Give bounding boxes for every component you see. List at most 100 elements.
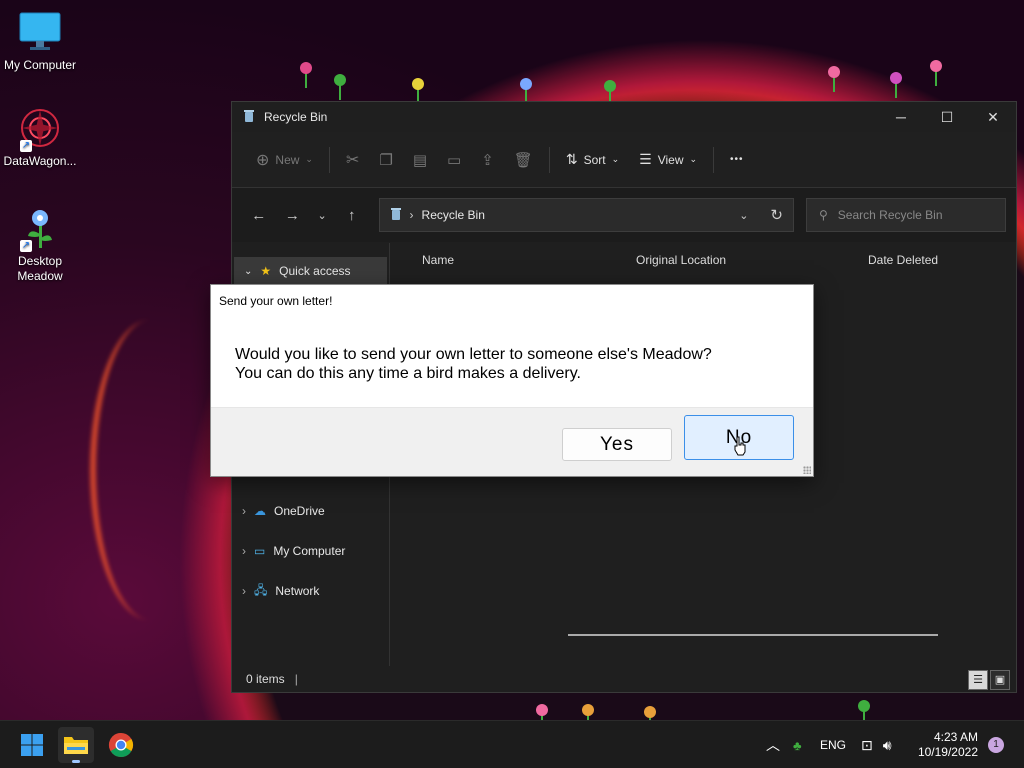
- copy-button[interactable]: ❐: [369, 144, 402, 176]
- recycle-bin-icon: [242, 109, 256, 126]
- search-box[interactable]: ⚲ Search Recycle Bin: [806, 198, 1006, 232]
- sort-button[interactable]: ⇅ Sort ⌄: [556, 144, 629, 176]
- flower-icon: ↗: [18, 206, 62, 252]
- language-indicator[interactable]: ENG: [820, 721, 846, 768]
- column-header-date-deleted[interactable]: Date Deleted: [840, 253, 938, 267]
- navigation-bar: ← → ⌄ ↑ › Recycle Bin ⌄ ↻ ⚲ Search Recyc…: [232, 188, 1016, 242]
- address-dropdown-icon[interactable]: ⌄: [739, 209, 748, 222]
- column-headers: Name Original Location Date Deleted: [390, 243, 1016, 269]
- desktop-icon-desktop-meadow[interactable]: ↗ Desktop Meadow: [0, 206, 80, 284]
- monitor-icon: [18, 10, 62, 54]
- cut-button[interactable]: ✂: [336, 144, 369, 176]
- taskbar: ︿ ♣ ENG ⊡ 🔊︎ 4:23 AM 10/19/2022 1: [0, 720, 1024, 768]
- more-options-button[interactable]: •••: [720, 144, 754, 176]
- taskbar-chrome[interactable]: [103, 727, 139, 763]
- title-bar[interactable]: Recycle Bin ─ ☐ ✕: [232, 102, 1016, 132]
- network-icon: 🖧: [254, 582, 268, 597]
- chevron-up-icon: ︿: [766, 737, 780, 753]
- chevron-down-icon: ⌄: [317, 209, 327, 222]
- arrow-left-icon: ←: [251, 206, 267, 224]
- rename-button[interactable]: ▭: [437, 144, 471, 176]
- nav-item-label: OneDrive: [274, 504, 325, 518]
- flower-decoration: [826, 66, 842, 92]
- dialog-button-area: Yes No: [211, 407, 813, 476]
- details-view-button[interactable]: ☰: [968, 670, 988, 690]
- share-icon: ⇪: [481, 151, 494, 169]
- network-icon: ⊡: [861, 736, 873, 753]
- clock-date: 10/19/2022: [917, 745, 978, 759]
- resize-grip[interactable]: [803, 466, 811, 474]
- active-indicator: [72, 760, 80, 763]
- nav-item-onedrive[interactable]: › ☁ OneDrive: [232, 491, 389, 531]
- back-button[interactable]: ←: [242, 207, 276, 224]
- add-circle-icon: ⊕: [256, 151, 270, 169]
- desktop-icon-label: Desktop Meadow: [17, 254, 63, 283]
- letter-dialog: Send your own letter! Would you like to …: [210, 284, 814, 477]
- clock-time: 4:23 AM: [933, 730, 978, 744]
- dialog-message: Would you like to send your own letter t…: [211, 315, 813, 409]
- shortcut-arrow-icon: ↗: [20, 140, 32, 152]
- details-view-icon: ☰: [973, 674, 983, 686]
- column-header-name[interactable]: Name: [390, 253, 600, 267]
- more-dots-icon: •••: [730, 154, 744, 165]
- nav-item-quick-access[interactable]: ⌄ ★ Quick access: [234, 257, 387, 285]
- nav-item-label: Quick access: [279, 264, 351, 278]
- share-button[interactable]: ⇪: [471, 144, 504, 176]
- forward-button[interactable]: →: [276, 207, 310, 224]
- paste-button[interactable]: ▤: [403, 144, 437, 176]
- search-placeholder: Search Recycle Bin: [837, 208, 943, 222]
- up-button[interactable]: ↑: [335, 207, 369, 224]
- toolbar-divider: [328, 146, 330, 173]
- view-button[interactable]: ☰ View ⌄: [629, 144, 707, 176]
- column-header-original-location[interactable]: Original Location: [600, 253, 840, 267]
- nav-item-network[interactable]: › 🖧 Network: [232, 571, 389, 611]
- desktop-icon-datawagon[interactable]: ↗ DataWagon...: [0, 106, 80, 168]
- window-title: Recycle Bin: [264, 110, 328, 124]
- view-button-label: View: [657, 152, 684, 167]
- chevron-right-icon: ›: [242, 504, 246, 518]
- toolbar-divider: [713, 146, 715, 173]
- yes-button[interactable]: Yes: [562, 428, 672, 461]
- recycle-bin-icon: [390, 207, 402, 223]
- new-button[interactable]: ⊕ New ⌄: [246, 144, 323, 176]
- quick-settings-button[interactable]: ⊡ 🔊︎: [861, 721, 892, 768]
- chevron-down-icon: ⌄: [305, 154, 313, 164]
- tiles-view-icon: ▣: [994, 674, 1006, 686]
- item-count: 0 items: [246, 672, 285, 686]
- address-bar[interactable]: › Recycle Bin ⌄ ↻: [378, 198, 794, 232]
- clock[interactable]: 4:23 AM 10/19/2022: [918, 721, 978, 768]
- dialog-message-line: You can do this any time a bird makes a …: [235, 365, 581, 382]
- refresh-icon[interactable]: ↻: [770, 206, 783, 224]
- nav-item-label: My Computer: [273, 544, 346, 558]
- large-icons-view-button[interactable]: ▣: [990, 670, 1010, 690]
- nav-item-label: Network: [275, 584, 320, 598]
- tray-meadow-icon[interactable]: ♣: [793, 721, 802, 768]
- flower-decoration: [888, 72, 904, 98]
- wallpaper-glow: [90, 320, 210, 620]
- dialog-message-line: Would you like to send your own letter t…: [235, 346, 712, 363]
- chevron-right-icon: ›: [242, 584, 246, 598]
- show-hidden-icons-button[interactable]: ︿: [766, 721, 780, 768]
- trash-icon: 🗑︎: [513, 151, 533, 169]
- start-button[interactable]: [14, 727, 50, 763]
- chevron-right-icon: ›: [409, 208, 414, 222]
- maximize-button[interactable]: ☐: [924, 102, 970, 132]
- status-bar: 0 items | ☰ ▣: [232, 666, 1016, 692]
- delete-button[interactable]: 🗑︎: [504, 144, 543, 176]
- flower-decoration: [928, 60, 944, 86]
- taskbar-file-explorer[interactable]: [58, 727, 94, 763]
- horizontal-scrollbar[interactable]: [568, 634, 938, 636]
- monitor-icon: ▭: [254, 544, 266, 558]
- desktop-icon-label: DataWagon...: [3, 154, 77, 168]
- nav-item-my-computer[interactable]: › ▭ My Computer: [232, 531, 389, 571]
- desktop-icon-label: My Computer: [3, 58, 77, 72]
- mandala-icon: ↗: [18, 106, 62, 152]
- desktop-icon-my-computer[interactable]: My Computer: [0, 10, 80, 72]
- notification-center-button[interactable]: 1: [988, 721, 1004, 768]
- close-button[interactable]: ✕: [970, 102, 1016, 132]
- recent-locations-button[interactable]: ⌄: [309, 209, 335, 222]
- clipboard-icon: ▤: [412, 151, 428, 169]
- shortcut-arrow-icon: ↗: [20, 240, 32, 252]
- minimize-button[interactable]: ─: [878, 102, 924, 132]
- status-divider: |: [294, 672, 298, 686]
